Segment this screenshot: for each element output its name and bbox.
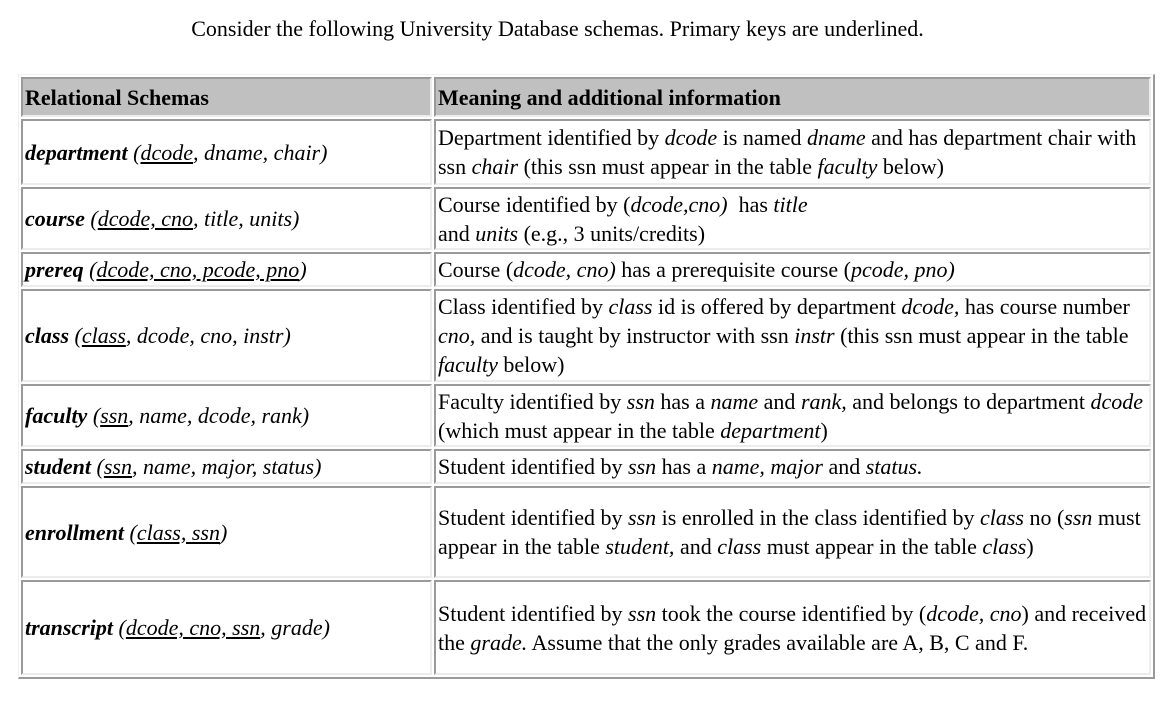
primary-key: dcode, cno <box>97 206 194 231</box>
meaning-cell: Student identified by ssn has a name, ma… <box>434 449 1151 484</box>
attribute-ref: ssn <box>628 600 657 626</box>
relation-name: course <box>25 206 85 231</box>
attribute-ref: ssn <box>628 505 657 530</box>
header-row: Relational Schemas Meaning and additiona… <box>21 77 1151 117</box>
primary-key: dcode, cno, ssn <box>125 615 261 640</box>
meaning-cell: Student identified by ssn took the cours… <box>434 580 1151 675</box>
primary-key: class, ssn <box>136 519 220 545</box>
meaning-cell: Faculty identified by ssn has a name and… <box>434 384 1151 447</box>
schema-cell: course (dcode, cno, title, units) <box>21 187 432 250</box>
schema-row-class: class (class, dcode, cno, instr) Class id… <box>21 289 1151 382</box>
schema-cell: department (dcode, dname, chair) <box>21 119 432 185</box>
relation-attributes: (class, dcode, cno, instr) <box>69 323 291 348</box>
attribute-ref: name, major <box>711 454 823 479</box>
attribute-ref: rank, <box>800 388 847 414</box>
attribute-ref: dname <box>807 125 866 150</box>
attribute-ref: class <box>979 505 1024 530</box>
schema-cell: prereq (dcode, cno, pcode, pno) <box>21 252 432 287</box>
attribute-ref: student, <box>605 534 675 559</box>
primary-key: ssn <box>100 403 129 428</box>
meaning-cell: Student identified by ssn is enrolled in… <box>434 486 1151 578</box>
relation-name: prereq <box>25 257 84 282</box>
schema-row-department: department (dcode, dname, chair) Departme… <box>21 119 1151 185</box>
attribute-ref: dcode <box>1090 388 1144 414</box>
schema-row-course: course (dcode, cno, title, units) Course … <box>21 187 1151 250</box>
relation-name: enrollment <box>25 519 125 545</box>
intro-text: Consider the following University Databa… <box>191 16 924 41</box>
attribute-ref: title <box>773 191 808 217</box>
attribute-ref: name <box>710 388 759 414</box>
attribute-ref: dcode <box>664 125 718 150</box>
attribute-ref: faculty <box>438 352 498 377</box>
relation-attributes: (dcode, cno, title, units) <box>84 206 300 231</box>
primary-key: dcode <box>140 139 194 165</box>
attribute-ref: ssn <box>628 454 657 479</box>
schema-row-transcript: transcript (dcode, cno, ssn, grade) Stude… <box>21 580 1151 675</box>
primary-key: class <box>81 323 126 348</box>
relation-attributes: (ssn, name, major, status) <box>91 454 322 479</box>
attribute-ref: pcode, pno) <box>850 257 955 282</box>
relation-attributes: (dcode, dname, chair) <box>127 139 328 165</box>
header-meaning: Meaning and additional information <box>434 77 1151 117</box>
attribute-ref: chair <box>471 154 519 179</box>
attribute-ref: ssn <box>626 388 655 414</box>
header-relational-schemas: Relational Schemas <box>21 77 432 117</box>
attribute-ref: faculty <box>817 154 878 179</box>
relation-name: department <box>25 139 128 165</box>
attribute-ref: department <box>720 417 821 443</box>
schema-cell: transcript (dcode, cno, ssn, grade) <box>21 580 432 675</box>
relation-name: student <box>25 454 92 479</box>
attribute-ref: class <box>717 534 762 559</box>
attribute-ref: dcode,cno) <box>630 191 728 217</box>
attribute-ref: instr <box>794 323 835 348</box>
attribute-ref: units <box>475 220 519 246</box>
attribute-ref: cno, <box>438 323 476 348</box>
schema-cell: enrollment (class, ssn) <box>21 486 432 578</box>
schema-row-faculty: faculty (ssn, name, dcode, rank) Faculty … <box>21 384 1151 447</box>
schema-row-student: student (ssn, name, major, status) Studen… <box>21 449 1151 484</box>
attribute-ref: status. <box>865 454 923 479</box>
meaning-cell: Course (dcode, cno) has a prerequisite c… <box>434 252 1151 287</box>
schema-cell: class (class, dcode, cno, instr) <box>21 289 432 382</box>
attribute-ref: dcode, cno) <box>513 257 616 282</box>
schema-cell: student (ssn, name, major, status) <box>21 449 432 484</box>
relation-attributes: (dcode, cno, ssn, grade) <box>113 615 330 640</box>
meaning-cell: Course identified by (dcode,cno) has tit… <box>434 187 1151 250</box>
primary-key: dcode, cno, pcode, pno <box>96 257 300 282</box>
schema-row-enrollment: enrollment (class, ssn) Student identifie… <box>21 486 1151 578</box>
schema-cell: faculty (ssn, name, dcode, rank) <box>21 384 432 447</box>
relation-attributes: (ssn, name, dcode, rank) <box>87 403 310 428</box>
relation-attributes: (class, ssn) <box>124 519 228 545</box>
attribute-ref: class <box>608 294 653 319</box>
attribute-ref: dcode, cno <box>926 600 1022 626</box>
relation-name: transcript <box>25 615 114 640</box>
meaning-cell: Class identified by class id is offered … <box>434 289 1151 382</box>
attribute-ref: dcode, <box>901 294 960 319</box>
attribute-ref: class <box>982 534 1027 559</box>
relation-attributes: (dcode, cno, pcode, pno) <box>83 257 307 282</box>
primary-key: ssn <box>103 454 132 479</box>
schema-row-prereq: prereq (dcode, cno, pcode, pno) Course (d… <box>21 252 1151 287</box>
relation-name: faculty <box>25 403 88 428</box>
meaning-cell: Department identified by dcode is named … <box>434 119 1151 185</box>
schema-table: Relational Schemas Meaning and additiona… <box>18 74 1155 679</box>
attribute-ref: grade. <box>470 629 528 655</box>
relation-name: class <box>25 323 69 348</box>
attribute-ref: ssn <box>1064 505 1093 530</box>
